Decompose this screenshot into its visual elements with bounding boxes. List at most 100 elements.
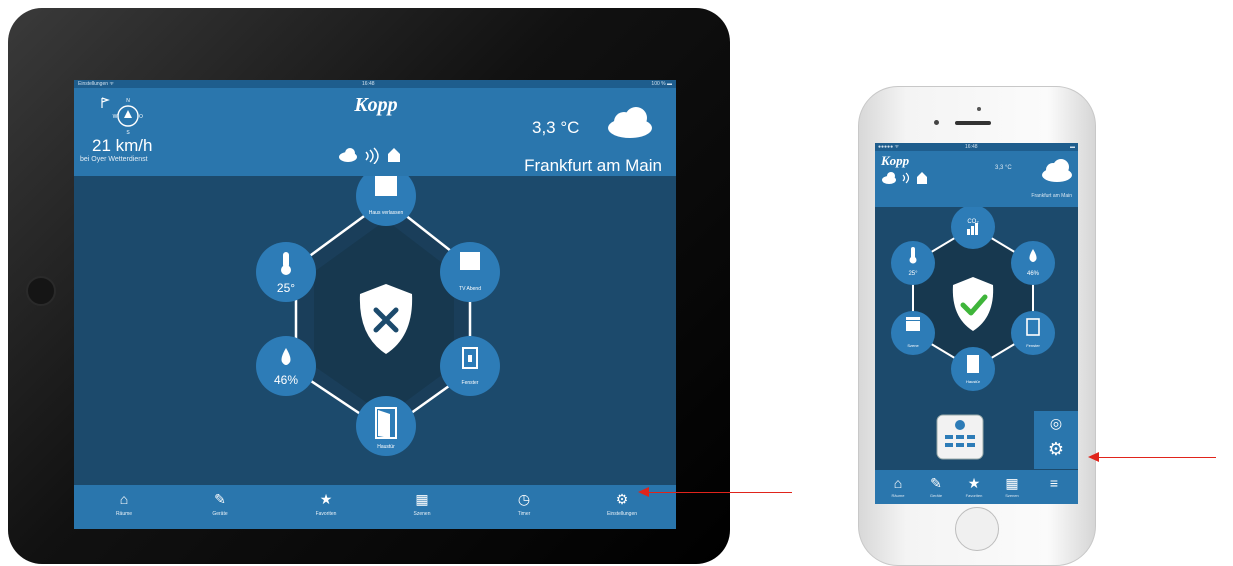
tab-label: Geräte <box>929 493 943 498</box>
weather-cloud-icon <box>1042 159 1072 182</box>
node-window[interactable]: Fenster <box>440 336 500 396</box>
status-left: ●●●●● ᯤ <box>878 144 900 150</box>
ipad-screen: Einstellungen ᯤ 16:48 100 % ▬ N W O S 21… <box>74 80 676 529</box>
temperature-readout: 3,3 °C <box>532 118 580 137</box>
devices-icon: ✎ <box>930 475 942 491</box>
node-label: 25° <box>908 271 918 277</box>
tab-label: Timer <box>517 511 531 517</box>
tab-timer[interactable]: ◷ Timer <box>494 490 554 517</box>
node-scene[interactable]: Szene <box>891 311 935 355</box>
node-label: Szene <box>907 343 919 348</box>
tab-label: Geräte <box>212 511 228 517</box>
node-window[interactable]: Fenster <box>1011 311 1055 355</box>
home-icon <box>388 148 400 162</box>
tab-raeume[interactable]: ⌂ Räume <box>881 473 915 498</box>
node-label: TV Abend <box>459 286 481 292</box>
node-label: Haustür <box>377 444 395 450</box>
security-hexagon: CO₂ 46% Fenster Haustür Szene 25° <box>891 207 1055 391</box>
wind-speed: 21 km/h <box>92 136 153 155</box>
annotation-arrowhead-iphone <box>1088 452 1099 462</box>
annotation-arrowhead-ipad <box>638 487 649 497</box>
iphone-status-bar: ●●●●● ᯤ 16:48 ▬ <box>875 143 1078 151</box>
node-label: Haustür <box>966 379 981 384</box>
status-right: ▬ <box>1070 144 1075 150</box>
ipad-tab-bar: ⌂ Räume ✎ Geräte ★ Favoriten ▦ Szenen ◷ … <box>74 485 676 529</box>
tab-label: Räume <box>115 511 133 517</box>
iphone-tab-bar: ⌂ Räume ✎ Geräte ★ Favoriten ▦ Szenen ≡ <box>875 470 1078 504</box>
ipad-status-bar: Einstellungen ᯤ 16:48 100 % ▬ <box>74 80 676 88</box>
node-humidity[interactable]: 46% <box>256 336 316 396</box>
tab-label: Favoriten <box>965 493 983 498</box>
tab-favoriten[interactable]: ★ Favoriten <box>957 473 991 498</box>
tab-label: Räume <box>891 493 905 498</box>
weather-cloud-icon <box>608 107 652 138</box>
annotation-arrow-iphone <box>1098 457 1216 458</box>
speaker-grille <box>955 121 991 125</box>
node-temperature[interactable]: 25° <box>256 242 316 302</box>
status-left: Einstellungen ᯤ <box>78 81 114 87</box>
cloud-icon <box>339 148 357 162</box>
node-label: 25° <box>277 281 295 295</box>
tab-label: Favoriten <box>315 511 337 517</box>
location-city: Frankfurt am Main <box>1031 193 1072 199</box>
ipad-device: Einstellungen ᯤ 16:48 100 % ▬ N W O S 21… <box>8 8 730 564</box>
clock-icon: ◷ <box>517 491 531 507</box>
node-co2[interactable]: CO₂ <box>951 207 995 249</box>
signal-icon <box>365 147 379 164</box>
temperature-readout: 3,3 °C <box>995 165 1012 171</box>
menu-icon: ≡ <box>1049 475 1059 491</box>
status-time: 16:48 <box>965 144 978 150</box>
scenes-icon: ▦ <box>1005 475 1019 491</box>
tab-label: Szenen <box>413 511 431 517</box>
quick-settings-panel: ◎ ⚙ <box>1034 411 1078 469</box>
node-label: Haus verlassen <box>369 210 404 216</box>
home-icon: ⌂ <box>893 475 903 491</box>
tab-raeume[interactable]: ⌂ Räume <box>94 490 154 517</box>
weather-header: N W O S 21 km/h bei Oyer Wetterdienst Ko… <box>74 88 676 176</box>
globe-icon[interactable]: ◎ <box>1034 415 1078 432</box>
devices-icon: ✎ <box>214 491 226 507</box>
node-humidity[interactable]: 46% <box>1011 241 1055 285</box>
node-door[interactable]: Haustür <box>951 347 995 391</box>
home-icon: ⌂ <box>119 491 129 507</box>
svg-text:O: O <box>139 114 143 120</box>
svg-text:W: W <box>113 114 118 120</box>
node-label: Fenster <box>462 380 479 386</box>
tab-favoriten[interactable]: ★ Favoriten <box>296 490 356 517</box>
node-label: 46% <box>1027 271 1040 277</box>
tab-szenen[interactable]: ▦ Szenen <box>995 473 1029 498</box>
annotation-arrow-ipad <box>648 492 792 493</box>
tab-geraete[interactable]: ✎ Geräte <box>919 473 953 498</box>
menu-button[interactable]: ≡ <box>1037 473 1071 493</box>
camera-dot <box>977 107 981 111</box>
node-door[interactable]: Haustür <box>356 396 416 456</box>
node-label: 46% <box>274 373 298 387</box>
kopp-logo: Kopp <box>881 153 910 168</box>
gear-icon[interactable]: ⚙ <box>1034 439 1078 460</box>
star-icon: ★ <box>967 475 981 491</box>
status-right: 100 % ▬ <box>651 81 672 87</box>
wind-compass-icon: N W O S <box>101 97 143 136</box>
connection-status-icons <box>882 172 927 184</box>
node-label: Fenster <box>1026 343 1040 348</box>
scenes-icon: ▦ <box>415 491 429 507</box>
status-time: 16:48 <box>362 81 375 87</box>
tab-geraete[interactable]: ✎ Geräte <box>190 490 250 517</box>
kopp-logo: Kopp <box>354 94 398 116</box>
location-city: Frankfurt am Main <box>524 156 662 175</box>
ipad-home-button[interactable] <box>26 276 56 306</box>
wind-source: bei Oyer Wetterdienst <box>80 156 148 163</box>
iphone-home-button[interactable] <box>955 507 999 551</box>
remote-control-image <box>936 414 984 460</box>
security-hexagon-area: Haus verlassen TV Abend Fenster Haustür … <box>74 176 676 485</box>
star-icon: ★ <box>319 491 333 507</box>
iphone-weather-header: Kopp 3,3 °C Frankfurt am Main <box>875 151 1078 207</box>
node-scene-right[interactable]: TV Abend <box>440 242 500 302</box>
connection-status-icons <box>339 147 400 164</box>
iphone-screen: ●●●●● ᯤ 16:48 ▬ Kopp 3,3 °C Frankfurt am… <box>875 143 1078 504</box>
node-temperature[interactable]: 25° <box>891 241 935 285</box>
iphone-device: ●●●●● ᯤ 16:48 ▬ Kopp 3,3 °C Frankfurt am… <box>858 86 1096 566</box>
tab-szenen[interactable]: ▦ Szenen <box>392 490 452 517</box>
tab-label: Szenen <box>1005 493 1019 498</box>
tab-label: Einstellungen <box>606 511 638 517</box>
